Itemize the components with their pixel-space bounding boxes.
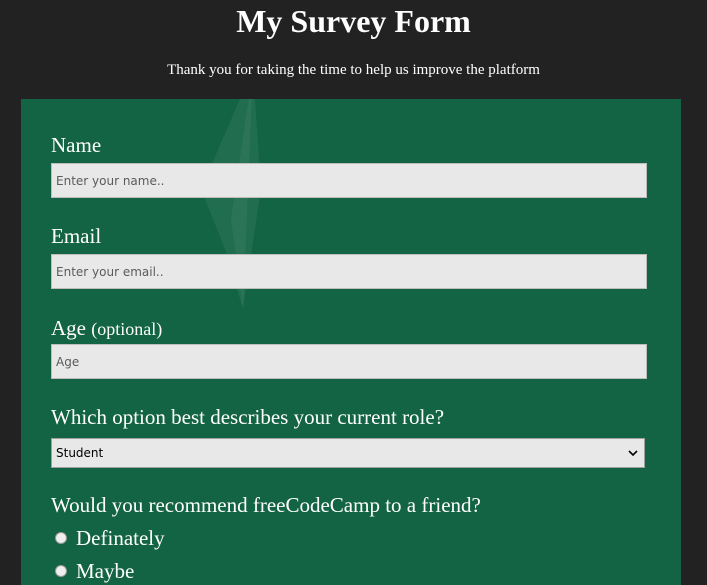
radio-button[interactable] (55, 532, 67, 544)
role-label: Which option best describes your current… (51, 405, 445, 429)
chevron-down-icon (628, 450, 638, 457)
age-optional-note: (optional) (91, 319, 163, 339)
radio-label-definately: Definately (76, 526, 165, 550)
name-label: Name (51, 133, 102, 157)
email-label: Email (51, 224, 102, 248)
email-input[interactable] (51, 254, 647, 289)
recommend-label: Would you recommend freeCodeCamp to a fr… (51, 493, 481, 517)
radio-option-definately[interactable]: Definately (55, 525, 165, 551)
age-input[interactable] (51, 344, 647, 379)
page-title: My Survey Form (236, 3, 471, 39)
role-select[interactable]: Student (51, 438, 645, 468)
name-input[interactable] (51, 163, 647, 198)
radio-option-maybe[interactable]: Maybe (55, 558, 134, 584)
radio-label-maybe: Maybe (76, 559, 135, 583)
age-label: Age (51, 316, 86, 340)
survey-form: Name Email Age (optional) Which option b… (21, 99, 681, 585)
radio-button[interactable] (55, 565, 67, 577)
role-select-value: Student (56, 446, 104, 460)
page-description: Thank you for taking the time to help us… (167, 62, 540, 78)
age-label-row: Age (optional) (51, 315, 162, 342)
